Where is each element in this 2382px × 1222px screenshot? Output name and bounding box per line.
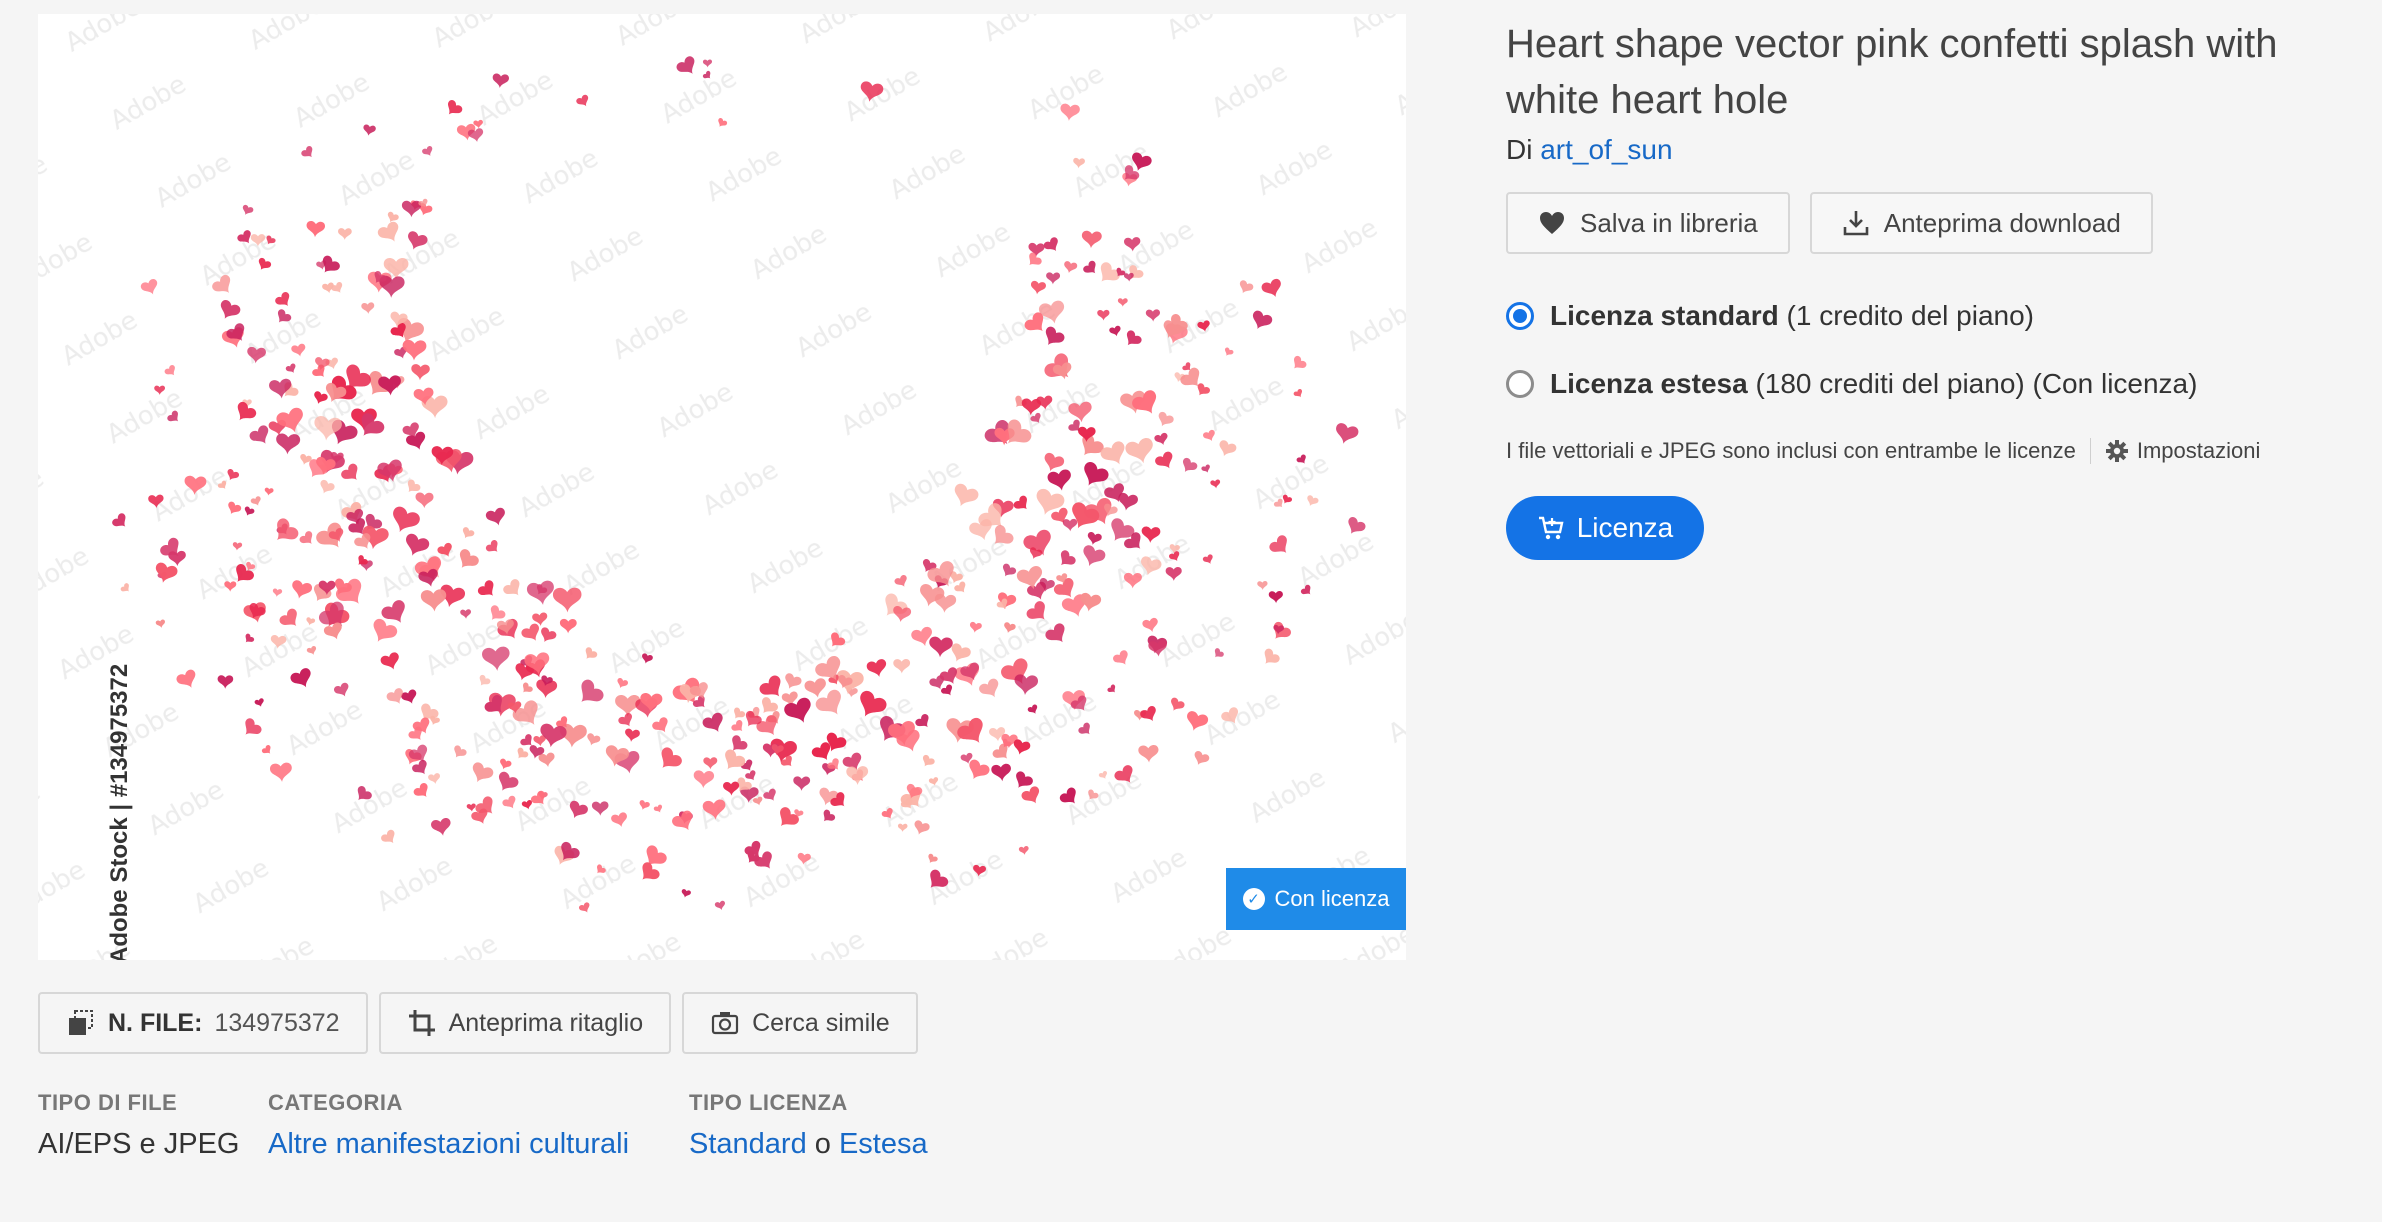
save-to-library-label: Salva in libreria xyxy=(1580,207,1758,238)
license-extended-radio[interactable] xyxy=(1506,370,1534,398)
license-extended-detail: (180 crediti del piano) (Con licenza) xyxy=(1755,368,2198,399)
license-standard-option[interactable]: Licenza standard (1 credito del piano) xyxy=(1506,300,2366,332)
licensed-badge-label: Con licenza xyxy=(1274,886,1390,911)
author-line: Di art_of_sun xyxy=(1506,134,2366,166)
meta-category: CATEGORIA Altre manifestazioni culturali xyxy=(268,1090,629,1161)
license-standard-link[interactable]: Standard xyxy=(689,1128,807,1160)
meta-license-type: TIPO LICENZA Standard o Estesa xyxy=(689,1090,928,1161)
image-tools: N. FILE: 134975372 Anteprima ritaglio Ce… xyxy=(38,992,918,1054)
crop-preview-label: Anteprima ritaglio xyxy=(448,1008,644,1037)
asset-title: Heart shape vector pink confetti splash … xyxy=(1506,22,2278,122)
preview-image[interactable]: Adobe Adobe Stock | #134975372 ✓ Con lic… xyxy=(38,14,1406,960)
category-label: CATEGORIA xyxy=(268,1090,403,1115)
heart-icon xyxy=(1540,212,1564,234)
license-button-label: Licenza xyxy=(1576,512,1674,543)
license-or-text: o xyxy=(814,1128,831,1160)
file-type-label: TIPO DI FILE xyxy=(38,1090,178,1115)
divider xyxy=(2089,438,2091,464)
cart-icon xyxy=(1538,516,1564,540)
license-info-row: I file vettoriali e JPEG sono inclusi co… xyxy=(1506,438,2366,464)
preview-download-button[interactable]: Anteprima download xyxy=(1809,192,2153,254)
license-type-label: TIPO LICENZA xyxy=(689,1090,848,1115)
license-standard-radio[interactable] xyxy=(1506,302,1534,330)
author-link[interactable]: art_of_sun xyxy=(1540,134,1672,165)
watermark-id: Adobe Stock | #134975372 xyxy=(106,663,133,960)
settings-label: Impostazioni xyxy=(2136,438,2261,463)
licensed-badge: ✓ Con licenza xyxy=(1226,868,1406,930)
crop-icon xyxy=(408,1010,435,1036)
gear-icon xyxy=(2105,440,2128,462)
asset-actions: Salva in libreria Anteprima download xyxy=(1506,192,2366,254)
file-number-value: 134975372 xyxy=(214,1008,340,1037)
download-icon xyxy=(1843,211,1869,236)
license-button[interactable]: Licenza xyxy=(1506,496,1704,560)
find-similar-label: Cerca simile xyxy=(752,1008,890,1037)
file-number-button[interactable]: N. FILE: 134975372 xyxy=(38,992,368,1054)
crop-preview-button[interactable]: Anteprima ritaglio xyxy=(378,992,672,1054)
license-standard-name: Licenza standard xyxy=(1550,300,1779,331)
license-info-text: I file vettoriali e JPEG sono inclusi co… xyxy=(1506,438,2076,463)
camera-icon xyxy=(712,1012,739,1035)
confetti-heart-artwork: Adobe xyxy=(38,14,1406,960)
file-type-value: AI/EPS e JPEG xyxy=(38,1128,240,1160)
category-link[interactable]: Altre manifestazioni culturali xyxy=(268,1128,629,1160)
license-standard-detail: (1 credito del piano) xyxy=(1786,300,2034,331)
license-extended-option[interactable]: Licenza estesa (180 crediti del piano) (… xyxy=(1506,368,2366,400)
settings-link[interactable]: Impostazioni xyxy=(2105,438,2261,464)
preview-download-label: Anteprima download xyxy=(1883,207,2121,238)
copy-icon xyxy=(69,1010,93,1035)
license-extended-name: Licenza estesa xyxy=(1550,368,1748,399)
find-similar-button[interactable]: Cerca simile xyxy=(682,992,918,1054)
asset-details-panel: Heart shape vector pink confetti splash … xyxy=(1506,16,2366,560)
meta-file-type: TIPO DI FILE AI/EPS e JPEG xyxy=(38,1090,239,1161)
save-to-library-button[interactable]: Salva in libreria xyxy=(1506,192,1790,254)
author-prefix: Di xyxy=(1506,134,1533,165)
license-extended-link[interactable]: Estesa xyxy=(839,1128,928,1160)
check-circle-icon: ✓ xyxy=(1242,888,1265,910)
file-number-label: N. FILE: xyxy=(108,1008,203,1037)
